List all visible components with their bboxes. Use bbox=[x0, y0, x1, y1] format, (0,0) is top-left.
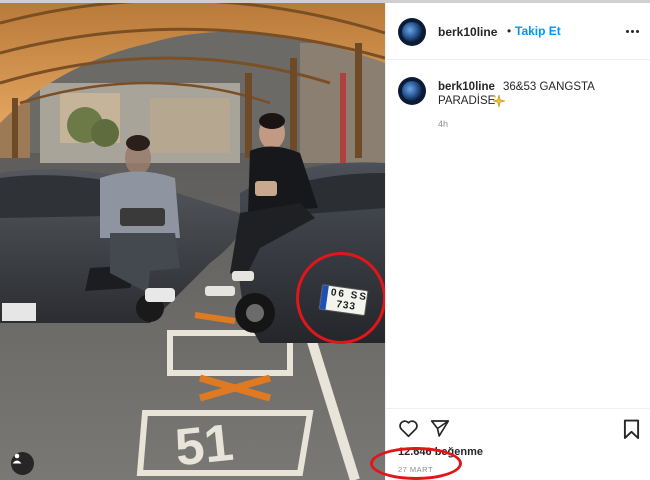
like-button[interactable] bbox=[398, 419, 419, 443]
header-separator: • bbox=[507, 24, 512, 38]
post-header: berk10line • Takip Et bbox=[386, 3, 650, 60]
caption-avatar[interactable] bbox=[398, 77, 426, 105]
post-side-panel: berk10line • Takip Et berk10line 36&53 G… bbox=[385, 3, 650, 480]
user-tag-icon bbox=[12, 453, 22, 464]
paper-plane-icon bbox=[430, 420, 450, 437]
sparkle-emoji-icon bbox=[492, 94, 506, 108]
more-dots-icon bbox=[626, 30, 629, 33]
caption-timestamp: 4h bbox=[438, 119, 449, 129]
follow-button[interactable]: Takip Et bbox=[515, 24, 561, 38]
user-tag-button[interactable] bbox=[11, 452, 34, 475]
annotation-circle-date bbox=[370, 447, 462, 480]
more-options-button[interactable] bbox=[624, 24, 642, 38]
svg-text:51: 51 bbox=[172, 414, 236, 478]
post-photo[interactable]: 51 06 SS 733 bbox=[0, 3, 385, 480]
author-avatar[interactable] bbox=[398, 18, 426, 46]
author-username[interactable]: berk10line bbox=[438, 25, 497, 39]
photo-scene: 51 bbox=[0, 3, 385, 480]
actions-divider bbox=[386, 408, 650, 409]
caption-text-line1: 36&53 GANGSTA bbox=[503, 81, 595, 93]
save-button[interactable] bbox=[623, 419, 640, 445]
caption-text-line2: PARADİSE bbox=[438, 95, 496, 107]
instagram-post-window: 51 06 SS 733 berk10line • Takip Et berk1… bbox=[0, 0, 650, 480]
annotation-circle-plate bbox=[296, 252, 386, 344]
caption-username[interactable]: berk10line bbox=[438, 81, 495, 93]
share-button[interactable] bbox=[430, 419, 450, 443]
heart-icon bbox=[399, 420, 418, 438]
bookmark-icon bbox=[623, 419, 640, 439]
